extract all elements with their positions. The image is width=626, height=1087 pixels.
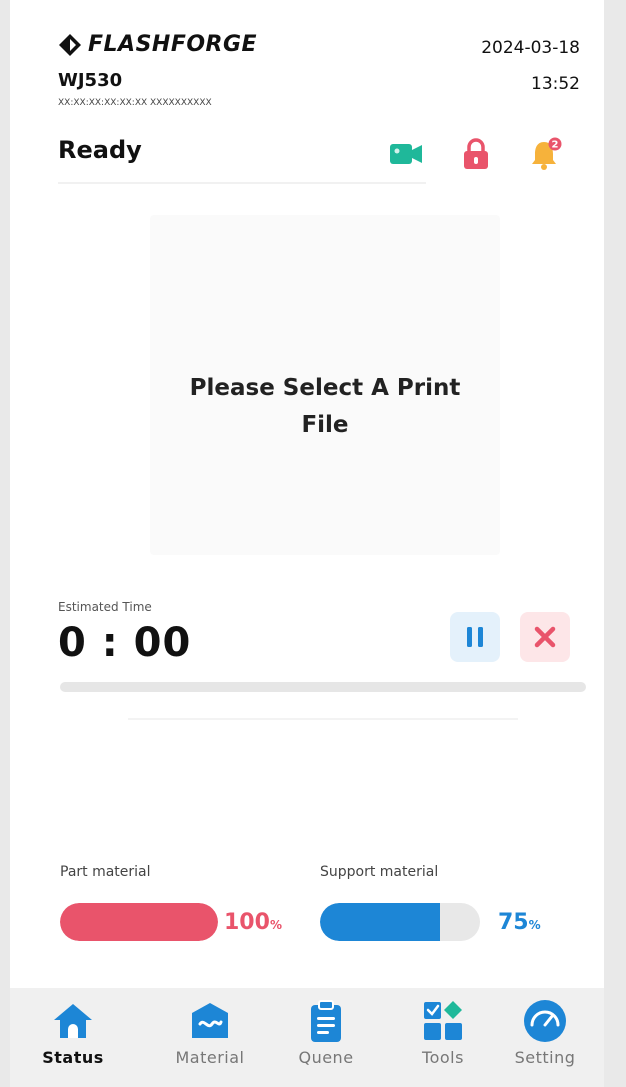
support-material-label: Support material <box>320 864 439 880</box>
support-material-percent: 75% <box>498 910 541 935</box>
pause-button[interactable] <box>450 612 500 662</box>
material-icon <box>185 996 235 1046</box>
estimated-time-value: 0 : 00 <box>58 620 192 666</box>
camera-icon[interactable] <box>388 136 424 172</box>
status-row: Ready 2 <box>58 136 588 176</box>
settings-gauge-icon <box>520 996 570 1046</box>
nav-label-status: Status <box>42 1048 104 1067</box>
stop-button[interactable] <box>520 612 570 662</box>
estimated-time-label: Estimated Time <box>58 600 152 614</box>
print-progress-bar <box>60 682 586 692</box>
printer-screen: FLASHFORGE WJ530 XX:XX:XX:XX:XX:XX XXXXX… <box>10 0 604 1087</box>
support-material-fill <box>320 903 440 941</box>
part-material-label: Part material <box>60 864 151 880</box>
support-material-bar <box>320 903 480 941</box>
nav-item-setting[interactable]: Setting <box>486 988 604 1087</box>
nav-label-tools: Tools <box>422 1048 464 1067</box>
queue-clipboard-icon <box>301 996 351 1046</box>
select-file-message-line2: File <box>301 412 349 438</box>
lock-icon[interactable] <box>458 136 494 172</box>
close-icon <box>534 626 556 648</box>
divider <box>58 182 426 184</box>
current-date: 2024-03-18 <box>481 38 580 58</box>
select-file-message[interactable]: Please Select A Print File <box>150 370 500 444</box>
flashforge-logo-icon <box>59 33 81 56</box>
nav-label-setting: Setting <box>514 1048 576 1067</box>
current-time: 13:52 <box>531 74 580 94</box>
part-material-percent: 100% <box>224 910 282 935</box>
nav-item-material[interactable]: Material <box>151 988 269 1087</box>
device-id: XX:XX:XX:XX:XX:XX XXXXXXXXXX <box>58 98 212 108</box>
pause-icon <box>467 627 483 647</box>
notification-bell-icon[interactable]: 2 <box>528 136 564 172</box>
brand-name: FLASHFORGE <box>88 32 258 57</box>
bottom-navigation: Status Material Quene Tools Setting <box>10 988 604 1087</box>
nav-item-status[interactable]: Status <box>14 988 132 1087</box>
printer-status: Ready <box>58 136 142 164</box>
brand-logo: FLASHFORGE <box>58 32 257 57</box>
nav-item-tools[interactable]: Tools <box>384 988 502 1087</box>
nav-label-material: Material <box>175 1048 245 1067</box>
tools-grid-icon <box>418 996 468 1046</box>
nav-label-queue: Quene <box>298 1048 354 1067</box>
header: FLASHFORGE WJ530 XX:XX:XX:XX:XX:XX XXXXX… <box>10 0 604 120</box>
nav-item-queue[interactable]: Quene <box>267 988 385 1087</box>
part-material-fill <box>60 903 218 941</box>
device-name: WJ530 <box>58 70 123 91</box>
home-icon <box>48 996 98 1046</box>
part-material-bar <box>60 903 218 941</box>
divider <box>128 718 518 720</box>
notification-count: 2 <box>552 140 559 151</box>
select-file-message-line1: Please Select A Print <box>189 375 461 401</box>
